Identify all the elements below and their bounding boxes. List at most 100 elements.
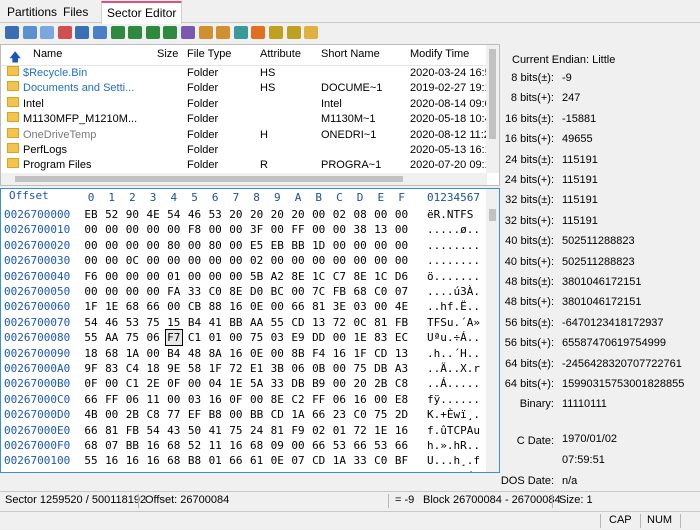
hex-row[interactable]: 0026700110 0A 13 B9 F6 0C FC F3 AA E9 FE 01 90 90 66 60… xyxy=(1,469,487,472)
hex-byte[interactable]: 16 xyxy=(207,392,223,407)
file-list-row[interactable]: M1130MFP_M1210M... Folder M1130M~1 2020-05-… xyxy=(1,112,497,127)
hex-byte[interactable]: 1A xyxy=(290,407,306,422)
hex-byte[interactable]: 00 xyxy=(104,222,120,237)
column-size[interactable]: Size xyxy=(157,48,178,60)
hex-byte[interactable]: 1A xyxy=(124,346,140,361)
hex-byte[interactable]: 0E xyxy=(249,346,265,361)
hex-byte[interactable]: E5 xyxy=(249,238,265,253)
hex-byte[interactable]: CD xyxy=(311,453,327,468)
hex-byte[interactable]: C0 xyxy=(352,407,368,422)
hex-byte[interactable]: 3E xyxy=(331,299,347,314)
hex-byte[interactable]: 8B xyxy=(290,346,306,361)
hex-byte[interactable]: D6 xyxy=(394,269,410,284)
hex-byte[interactable]: 13 xyxy=(311,315,327,330)
hex-byte[interactable]: BF xyxy=(394,453,410,468)
hex-byte[interactable]: 41 xyxy=(207,423,223,438)
hex-byte[interactable]: 53 xyxy=(331,438,347,453)
hex-row[interactable]: 0026700060 1F 1E 68 66 00 CB 88 16 0E 00 66 81 3E 03 00… xyxy=(1,299,487,314)
hex-byte[interactable]: 13 xyxy=(394,346,410,361)
hex-byte[interactable]: 5B xyxy=(249,269,265,284)
hex-byte[interactable]: 72 xyxy=(331,315,347,330)
hex-byte[interactable]: C1 xyxy=(187,330,203,345)
hex-byte[interactable]: 16 xyxy=(145,453,161,468)
hex-byte[interactable]: 13 xyxy=(104,469,120,472)
hex-byte[interactable]: 1E xyxy=(394,469,410,472)
hex-row[interactable]: 00267000B0 0F 00 C1 2E 0F 00 04 1E 5A 33 DB B9 00 20 2B… xyxy=(1,376,487,391)
hex-byte[interactable]: 16 xyxy=(394,423,410,438)
hex-byte[interactable]: 00 xyxy=(269,346,285,361)
hex-byte[interactable]: 00 xyxy=(228,407,244,422)
hex-byte[interactable]: 11 xyxy=(207,438,223,453)
hex-byte[interactable]: 02 xyxy=(311,423,327,438)
hex-byte[interactable]: C0 xyxy=(207,284,223,299)
hex-byte[interactable]: 00 xyxy=(124,269,140,284)
hex-byte[interactable]: B9 xyxy=(124,469,140,472)
hex-byte[interactable]: 00 xyxy=(145,238,161,253)
file-list-row[interactable]: Program Files Folder R PROGRA~1 2020-07-20 0… xyxy=(1,158,497,173)
hex-byte[interactable]: 75 xyxy=(352,361,368,376)
hex-byte[interactable]: 1F xyxy=(83,299,99,314)
hex-byte[interactable]: 33 xyxy=(187,284,203,299)
hex-byte[interactable]: 66 xyxy=(228,453,244,468)
hex-byte[interactable]: 23 xyxy=(331,407,347,422)
hex-byte[interactable]: 5A xyxy=(249,376,265,391)
hex-byte[interactable]: 66 xyxy=(311,438,327,453)
column-modify-time[interactable]: Modify Time xyxy=(410,48,469,60)
hex-byte[interactable]: 00 xyxy=(394,222,410,237)
hex-byte[interactable]: 68 xyxy=(166,453,182,468)
hex-byte[interactable]: 50 xyxy=(187,423,203,438)
hex-byte[interactable]: 16 xyxy=(124,453,140,468)
file-list-row[interactable]: OneDriveTemp Folder H ONEDRI~1 2020-08-12 11… xyxy=(1,127,496,143)
hex-byte[interactable]: 0F xyxy=(83,376,99,391)
hex-byte[interactable]: 66 xyxy=(83,423,99,438)
hex-row[interactable]: 0026700000 EB 52 90 4E 54 46 53 20 20 20 20 00 02 08 00… xyxy=(1,207,487,222)
hex-row[interactable]: 0026700010 00 00 00 00 00 F8 00 00 3F 00 FF 00 00 38 13… xyxy=(1,222,487,237)
hex-byte[interactable]: E8 xyxy=(394,392,410,407)
hex-byte[interactable]: A2 xyxy=(269,269,285,284)
hex-byte[interactable]: E9 xyxy=(290,330,306,345)
hex-byte[interactable]: 1E xyxy=(352,330,368,345)
hex-byte[interactable]: 11 xyxy=(145,392,161,407)
hex-byte[interactable]: 00 xyxy=(290,253,306,268)
hex-byte[interactable]: 88 xyxy=(207,299,223,314)
hex-byte[interactable]: 01 xyxy=(331,423,347,438)
hex-byte[interactable]: 4E xyxy=(145,207,161,222)
hex-byte[interactable]: 00 xyxy=(104,269,120,284)
hex-byte[interactable]: BC xyxy=(269,284,285,299)
hex-byte[interactable]: 03 xyxy=(187,392,203,407)
hex-byte[interactable]: 1F xyxy=(352,346,368,361)
hex-byte[interactable]: D0 xyxy=(249,284,265,299)
hex-byte[interactable]: 81 xyxy=(269,423,285,438)
hex-byte[interactable]: 00 xyxy=(104,284,120,299)
hex-byte[interactable]: 66 xyxy=(145,299,161,314)
hex-byte[interactable]: 00 xyxy=(290,438,306,453)
column-short-name[interactable]: Short Name xyxy=(321,48,380,60)
hex-byte[interactable]: 46 xyxy=(187,207,203,222)
hex-byte[interactable]: 0E xyxy=(269,453,285,468)
file-list-row[interactable]: Documents and Setti... Folder HS DOCUME~1 20… xyxy=(1,81,497,96)
hex-byte[interactable]: E9 xyxy=(249,469,265,472)
hex-byte[interactable]: 0C xyxy=(352,315,368,330)
hex-byte[interactable]: 00 xyxy=(207,269,223,284)
hex-byte[interactable]: 1D xyxy=(311,238,327,253)
hex-byte[interactable]: 0A xyxy=(83,469,99,472)
hex-row[interactable]: 0026700050 00 00 00 00 FA 33 C0 8E D0 BC 00 7C FB 68 C0… xyxy=(1,284,487,299)
hex-byte[interactable]: 41 xyxy=(207,315,223,330)
hex-byte[interactable]: B8 xyxy=(187,453,203,468)
hex-byte[interactable]: C8 xyxy=(145,407,161,422)
hex-byte[interactable]: 00 xyxy=(228,330,244,345)
hex-byte[interactable]: 00 xyxy=(373,253,389,268)
file-list-hscroll-thumb[interactable] xyxy=(15,176,403,182)
hex-byte[interactable]: 0B xyxy=(311,361,327,376)
hex-byte[interactable]: 53 xyxy=(373,438,389,453)
hex-byte[interactable]: 15 xyxy=(166,315,182,330)
hex-byte[interactable]: 00 xyxy=(83,284,99,299)
hex-byte[interactable]: 16 xyxy=(228,438,244,453)
hex-byte[interactable]: 06 xyxy=(124,392,140,407)
hex-byte[interactable]: 06 xyxy=(145,330,161,345)
hex-byte[interactable]: CD xyxy=(290,315,306,330)
hex-row[interactable]: 00267000E0 66 81 FB 54 43 50 41 75 24 81 F9 02 01 72 1E… xyxy=(1,423,487,438)
hex-byte[interactable]: CB xyxy=(187,299,203,314)
hex-byte[interactable]: 80 xyxy=(207,238,223,253)
hex-byte[interactable]: 02 xyxy=(331,207,347,222)
